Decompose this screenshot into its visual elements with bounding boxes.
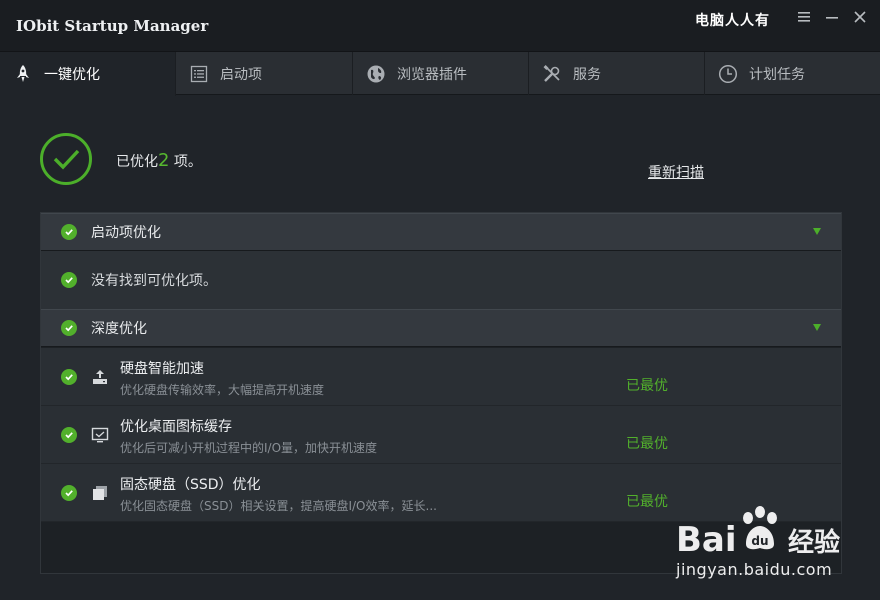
section-header-deep[interactable]: 深度优化 (41, 309, 841, 347)
item-title: 优化桌面图标缓存 (120, 419, 232, 435)
section-title: 启动项优化 (91, 225, 161, 241)
caret-down-icon[interactable] (813, 228, 821, 235)
baidu-jingyan-watermark: Bai du 经验 jingyan.baidu.com (676, 500, 846, 586)
item-description: 优化固态硬盘（SSD）相关设置，提高硬盘I/O效率，延长... (120, 499, 437, 513)
status-label: 已最优 (626, 494, 668, 510)
optimized-summary: 已优化2 项。 (116, 150, 202, 171)
paw-icon: du (743, 506, 777, 550)
tab-label: 一键优化 (44, 67, 100, 83)
tab-bar: 一键优化 启动项 浏览器插件 服务 计划任务 (0, 52, 880, 96)
empty-result-row: 没有找到可优化项。 (41, 251, 841, 309)
check-icon (61, 224, 77, 240)
rocket-icon (12, 63, 34, 85)
success-check-icon (40, 133, 92, 185)
watermark-url: jingyan.baidu.com (676, 560, 833, 579)
list-item[interactable]: 优化桌面图标缓存 优化后可减小开机过程中的I/O量，加快开机速度 已最优 (41, 406, 841, 464)
app-title: IObit Startup Manager (16, 17, 209, 35)
check-icon (61, 485, 77, 501)
tab-label: 计划任务 (749, 66, 805, 83)
watermark-jingyan-text: 经验 (788, 528, 841, 558)
title-bar: IObit Startup Manager 电脑人人有 (0, 0, 880, 52)
tab-startup-items[interactable]: 启动项 (176, 52, 353, 95)
tab-one-click-optimize[interactable]: 一键优化 (0, 52, 176, 96)
tab-label: 启动项 (220, 66, 262, 83)
globe-icon (365, 63, 387, 85)
item-title: 硬盘智能加速 (120, 361, 204, 377)
status-label: 已最优 (626, 436, 668, 452)
check-icon (61, 369, 77, 385)
disk-upload-icon (91, 368, 109, 386)
section-title: 深度优化 (91, 321, 147, 337)
item-description: 优化硬盘传输效率，大幅提高开机速度 (120, 383, 325, 397)
list-item[interactable]: 硬盘智能加速 优化硬盘传输效率，大幅提高开机速度 已最优 (41, 348, 841, 406)
check-icon (61, 320, 77, 336)
clock-icon (717, 63, 739, 85)
check-icon (61, 272, 77, 288)
optimized-count: 2 (158, 150, 170, 171)
list-icon (188, 63, 210, 85)
close-icon[interactable] (851, 10, 869, 28)
monitor-icon (91, 426, 109, 444)
item-description: 优化后可减小开机过程中的I/O量，加快开机速度 (120, 441, 378, 455)
caret-down-icon[interactable] (813, 324, 821, 331)
status-label: 已最优 (626, 378, 668, 394)
summary-suffix: 项。 (169, 154, 202, 170)
tab-scheduled-tasks[interactable]: 计划任务 (705, 52, 880, 95)
ssd-icon (91, 484, 109, 502)
overlay-text: 电脑人人有 (695, 13, 770, 29)
summary-prefix: 已优化 (116, 154, 158, 170)
menu-icon[interactable] (795, 10, 813, 28)
tools-icon (541, 63, 563, 85)
tab-label: 浏览器插件 (397, 66, 467, 83)
tab-browser-plugins[interactable]: 浏览器插件 (353, 52, 529, 95)
watermark-logo-text: Bai (676, 520, 737, 560)
section-header-startup[interactable]: 启动项优化 (41, 213, 841, 251)
section-body-startup: 没有找到可优化项。 (41, 251, 841, 309)
svg-text:du: du (751, 534, 768, 548)
check-icon (61, 427, 77, 443)
minimize-icon[interactable] (823, 10, 841, 28)
item-title: 固态硬盘（SSD）优化 (120, 477, 261, 493)
tab-services[interactable]: 服务 (529, 52, 705, 95)
empty-message: 没有找到可优化项。 (91, 273, 217, 289)
rescan-link[interactable]: 重新扫描 (648, 162, 704, 182)
tab-label: 服务 (573, 66, 601, 83)
